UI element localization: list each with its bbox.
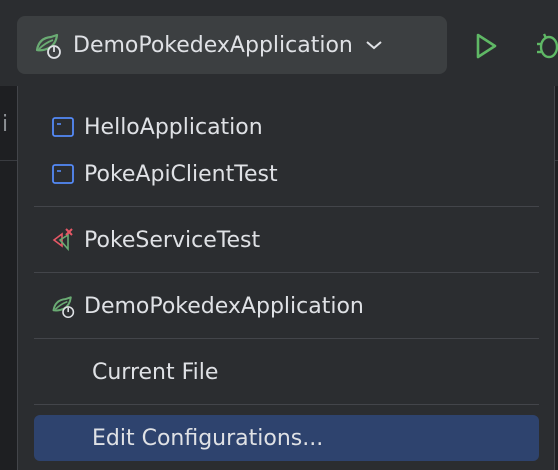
menu-item-label: DemoPokedexApplication (84, 293, 364, 319)
chevron-down-icon (365, 39, 383, 51)
menu-item-edit-configurations[interactable]: Edit Configurations... (34, 415, 539, 461)
spring-boot-icon (50, 293, 76, 319)
menu-item-hello-application[interactable]: HelloApplication (34, 104, 539, 150)
menu-item-label: Edit Configurations... (92, 425, 324, 451)
menu-separator (34, 206, 539, 207)
menu-separator (34, 404, 539, 405)
menu-item-demopokedexapplication[interactable]: DemoPokedexApplication (34, 283, 539, 329)
menu-item-label: HelloApplication (84, 114, 263, 140)
background-text-fragment: i (2, 112, 9, 137)
menu-separator (34, 338, 539, 339)
application-config-icon (50, 114, 76, 140)
menu-item-current-file[interactable]: Current File (34, 349, 539, 395)
play-icon (471, 33, 501, 65)
application-config-icon (50, 161, 76, 187)
main-toolbar: DemoPokedexApplication (0, 0, 558, 86)
run-configurations-popup: HelloApplication PokeApiClientTest PokeS… (17, 86, 555, 470)
spring-boot-icon (33, 30, 63, 60)
menu-item-pokeservicetest[interactable]: PokeServiceTest (34, 217, 539, 263)
menu-item-label: Current File (92, 359, 219, 385)
debug-button[interactable] (534, 30, 558, 60)
run-button[interactable] (471, 31, 501, 61)
menu-item-label: PokeServiceTest (84, 227, 261, 253)
bug-icon (534, 33, 558, 64)
run-configuration-selector[interactable]: DemoPokedexApplication (17, 16, 447, 74)
menu-item-label: PokeApiClientTest (84, 161, 278, 187)
menu-separator (34, 272, 539, 273)
menu-item-pokeapiclienttest[interactable]: PokeApiClientTest (34, 151, 539, 197)
junit-test-failed-icon (50, 227, 76, 253)
run-configuration-name: DemoPokedexApplication (73, 32, 353, 58)
